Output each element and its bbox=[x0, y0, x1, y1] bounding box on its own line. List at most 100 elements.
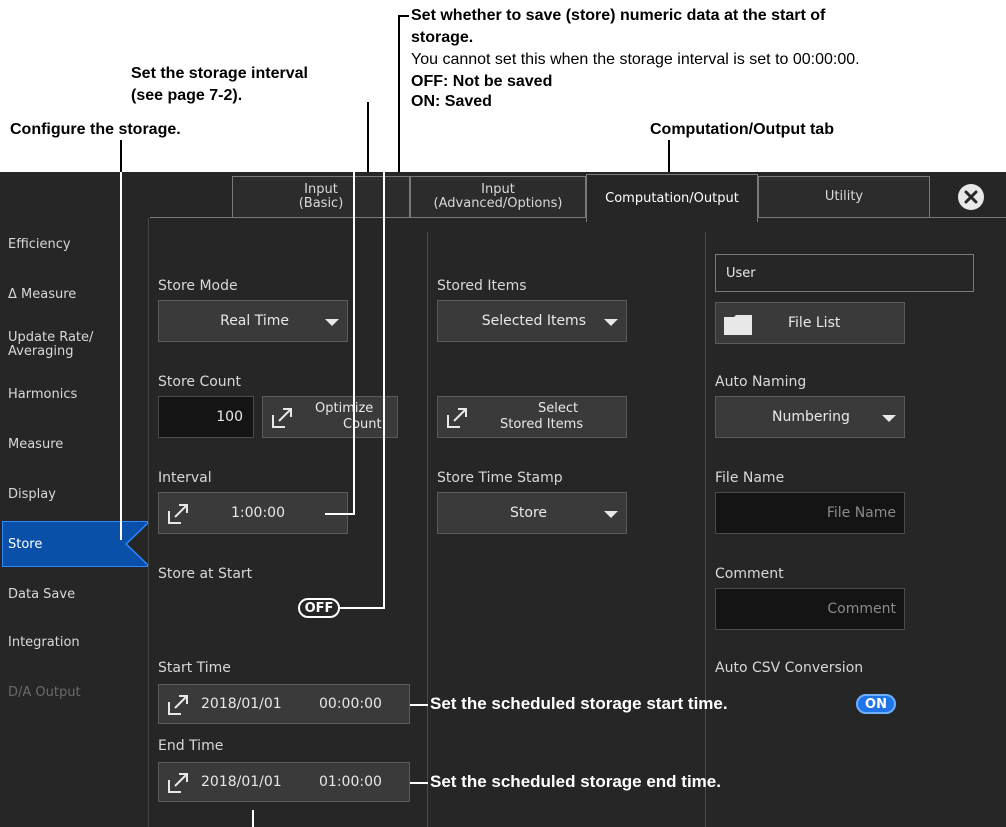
annotation-end-time: Set the scheduled storage end time. bbox=[430, 772, 721, 791]
sidebar-item-harmonics[interactable]: Harmonics bbox=[8, 388, 77, 402]
start-time-time: 00:00:00 bbox=[319, 696, 382, 712]
end-time-label: End Time bbox=[158, 738, 224, 754]
close-icon bbox=[964, 190, 978, 204]
end-time-button[interactable]: 2018/01/01 01:00:00 bbox=[158, 762, 410, 802]
comment-label: Comment bbox=[715, 566, 784, 582]
external-link-icon bbox=[447, 408, 467, 428]
save-path-value: User bbox=[726, 265, 756, 281]
tab-label-line2: (Advanced/Options) bbox=[433, 196, 563, 211]
store-count-value: 100 bbox=[216, 409, 243, 425]
leader-line bbox=[410, 782, 428, 784]
file-list-button[interactable]: File List bbox=[715, 302, 905, 344]
leader-line bbox=[340, 607, 385, 609]
sidebar-item-display[interactable]: Display bbox=[8, 488, 56, 502]
annotation-save-numeric-title: Set whether to save (store) numeric data… bbox=[411, 7, 826, 24]
sidebar-item-da-output: D/A Output bbox=[8, 685, 81, 700]
store-time-stamp-value: Store bbox=[510, 505, 548, 521]
external-link-icon bbox=[272, 408, 292, 428]
annotation-tab-label: Computation/Output tab bbox=[650, 121, 834, 138]
end-time-time: 01:00:00 bbox=[319, 774, 382, 790]
sidebar-item-store[interactable]: Store bbox=[8, 538, 42, 552]
interval-button[interactable]: 1:00:00 bbox=[158, 492, 348, 534]
column-divider bbox=[705, 232, 706, 827]
select-stored-items-button[interactable]: Select Stored Items bbox=[437, 396, 627, 438]
store-at-start-label: Store at Start bbox=[158, 566, 253, 582]
auto-csv-label: Auto CSV Conversion bbox=[715, 660, 864, 676]
end-time-date: 2018/01/01 bbox=[201, 774, 282, 790]
chevron-down-icon bbox=[604, 319, 618, 326]
tab-input-advanced[interactable]: Input (Advanced/Options) bbox=[410, 176, 586, 218]
sidebar-item-delta-measure[interactable]: Δ Measure bbox=[8, 288, 76, 302]
store-time-stamp-label: Store Time Stamp bbox=[437, 470, 563, 486]
start-time-label: Start Time bbox=[158, 660, 231, 676]
comment-field[interactable]: Comment bbox=[715, 588, 905, 630]
store-at-start-toggle[interactable]: OFF bbox=[298, 598, 340, 618]
file-name-field[interactable]: File Name bbox=[715, 492, 905, 534]
interval-label: Interval bbox=[158, 470, 212, 486]
file-name-placeholder: File Name bbox=[826, 505, 896, 521]
external-link-icon bbox=[168, 773, 188, 793]
store-at-start-value: OFF bbox=[304, 600, 334, 616]
external-link-icon bbox=[168, 695, 188, 715]
tab-utility[interactable]: Utility bbox=[758, 176, 930, 218]
save-path-field[interactable]: User bbox=[715, 254, 974, 292]
stored-items-value: Selected Items bbox=[481, 313, 586, 329]
leader-line bbox=[120, 172, 122, 540]
chevron-down-icon bbox=[325, 319, 339, 326]
file-list-label: File List bbox=[788, 315, 841, 331]
leader-line bbox=[410, 704, 428, 706]
sidebar-item-update-rate[interactable]: Update Rate/ bbox=[8, 331, 93, 345]
tab-label: Computation/Output bbox=[605, 190, 739, 206]
auto-csv-value: ON bbox=[865, 696, 887, 712]
annotation-on-desc: ON: Saved bbox=[411, 93, 492, 110]
auto-naming-dropdown[interactable]: Numbering bbox=[715, 396, 905, 438]
store-count-field[interactable]: 100 bbox=[158, 396, 254, 438]
annotation-interval-note-1: Set the storage interval bbox=[131, 65, 308, 82]
sidebar-item-data-save[interactable]: Data Save bbox=[8, 588, 75, 602]
leader-line bbox=[383, 172, 385, 608]
folder-icon bbox=[724, 315, 752, 335]
leader-line bbox=[325, 513, 355, 515]
chevron-down-icon bbox=[604, 511, 618, 518]
sidebar-active-pointer-icon bbox=[124, 522, 149, 566]
leader-line bbox=[668, 140, 670, 172]
auto-naming-value: Numbering bbox=[772, 409, 850, 425]
file-name-label: File Name bbox=[715, 470, 785, 486]
leader-line bbox=[398, 15, 400, 172]
optimize-count-label-1: Optimize bbox=[315, 401, 374, 416]
store-mode-dropdown[interactable]: Real Time bbox=[158, 300, 348, 342]
annotation-off-desc: OFF: Not be saved bbox=[411, 73, 553, 90]
annotation-start-time: Set the scheduled storage start time. bbox=[430, 694, 728, 713]
sidebar-item-efficiency[interactable]: Efficiency bbox=[8, 238, 71, 252]
start-time-date: 2018/01/01 bbox=[201, 696, 282, 712]
stored-items-label: Stored Items bbox=[437, 278, 527, 294]
start-time-button[interactable]: 2018/01/01 00:00:00 bbox=[158, 684, 410, 724]
tab-label: Utility bbox=[824, 189, 864, 204]
store-mode-label: Store Mode bbox=[158, 278, 238, 294]
leader-line bbox=[252, 810, 254, 827]
store-mode-value: Real Time bbox=[220, 313, 289, 329]
leader-line bbox=[353, 172, 355, 514]
leader-line bbox=[120, 140, 122, 172]
stored-items-dropdown[interactable]: Selected Items bbox=[437, 300, 627, 342]
auto-csv-toggle[interactable]: ON bbox=[856, 694, 896, 714]
optimize-count-button[interactable]: Optimize Count bbox=[262, 396, 398, 438]
annotation-configure: Configure the storage. bbox=[10, 121, 181, 138]
store-time-stamp-dropdown[interactable]: Store bbox=[437, 492, 627, 534]
tab-label-line1: Input bbox=[481, 182, 515, 197]
annotation-save-numeric-title-2: storage. bbox=[411, 29, 474, 46]
comment-placeholder: Comment bbox=[827, 601, 896, 617]
interval-value: 1:00:00 bbox=[231, 505, 285, 521]
select-stored-items-label-2: Stored Items bbox=[500, 417, 584, 432]
auto-naming-label: Auto Naming bbox=[715, 374, 807, 390]
tab-computation-output[interactable]: Computation/Output bbox=[586, 174, 758, 222]
close-button[interactable] bbox=[958, 184, 984, 210]
column-divider bbox=[427, 232, 428, 827]
optimize-count-label-2: Count bbox=[343, 417, 382, 432]
annotation-save-numeric-note: You cannot set this when the storage int… bbox=[411, 51, 860, 68]
leader-line bbox=[367, 102, 369, 172]
sidebar-item-integration[interactable]: Integration bbox=[8, 636, 80, 650]
chevron-down-icon bbox=[882, 415, 896, 422]
sidebar-item-measure[interactable]: Measure bbox=[8, 438, 63, 452]
sidebar-item-averaging[interactable]: Averaging bbox=[8, 345, 74, 359]
